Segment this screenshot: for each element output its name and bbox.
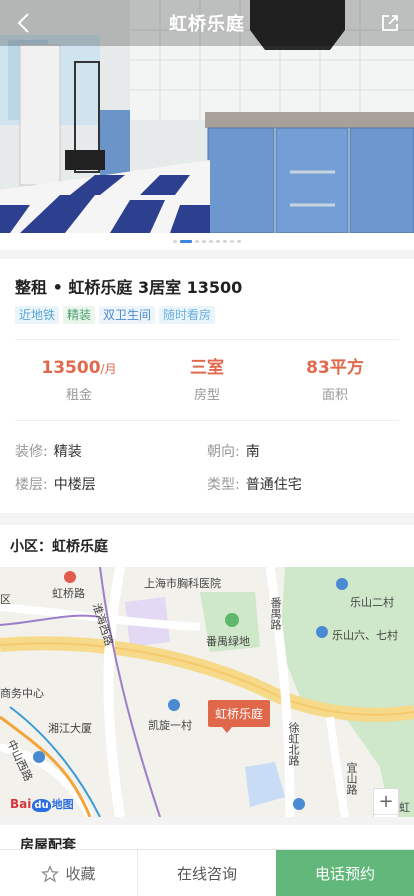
- stat-layout-label: 房型: [193, 388, 220, 403]
- map-label-leshan-2: 乐山二村: [350, 596, 394, 609]
- map-label-chest-hospital: 上海市胸科医院: [144, 577, 221, 590]
- pagination-dot-active[interactable]: [180, 240, 192, 243]
- back-arrow-icon: [17, 13, 29, 33]
- gallery-pagination: [0, 240, 414, 243]
- listing-info-card: 整租 • 虹桥乐庭 3居室 13500 近地铁 精装 双卫生间 随时看房 135…: [0, 259, 414, 513]
- key-stats: 13500/月 租金 三室 房型 83平方 面积: [15, 339, 399, 421]
- stat-rent-value: 13500/月: [15, 357, 143, 379]
- stat-layout: 三室 房型: [143, 340, 271, 420]
- map-label-leshan-67: 乐山六、七村: [332, 629, 398, 642]
- pagination-dot[interactable]: [209, 240, 213, 243]
- pagination-dot[interactable]: [202, 240, 206, 243]
- attr-key: 类型:: [207, 477, 240, 493]
- attr-orientation: 朝向: 南: [207, 443, 399, 461]
- attr-key: 楼层:: [15, 477, 48, 493]
- stat-layout-value: 三室: [190, 358, 224, 378]
- tag-fine-decoration: 精装: [63, 306, 96, 324]
- attr-value: 精装: [53, 444, 82, 460]
- map-label-xiangjiang: 湘江大厦: [48, 722, 92, 735]
- page: 虹桥乐庭 整租 • 虹桥乐庭 3居室 13500 近地铁 精装 双卫生间 随时看…: [0, 0, 414, 896]
- pagination-dot[interactable]: [216, 240, 220, 243]
- logo-text-bai: Bai: [10, 797, 32, 811]
- share-button[interactable]: [376, 9, 404, 37]
- attr-value: 南: [245, 444, 260, 460]
- map-label-fanyu-green: 番禺绿地: [206, 635, 250, 648]
- stat-rent-label: 租金: [65, 388, 92, 403]
- community-map[interactable]: 虹桥路 上海市胸科医院 番禺路 番禺绿地 乐山二村 乐山六、七村 淮海西路 湘江…: [0, 567, 414, 817]
- rent-amount: 13500: [41, 358, 101, 378]
- stat-rent: 13500/月 租金: [15, 340, 143, 420]
- navigation-bar: 虹桥乐庭: [0, 0, 414, 46]
- tag-viewing-anytime: 随时看房: [159, 306, 216, 324]
- pagination-dot[interactable]: [223, 240, 227, 243]
- map-label-kaixuan-1: 凯旋一村: [148, 719, 192, 732]
- bottom-action-bar: 收藏 在线咨询 电话预约: [0, 849, 414, 896]
- attr-type: 类型: 普通住宅: [207, 476, 399, 494]
- map-label-fanyu-road: 番禺路: [269, 597, 282, 630]
- pagination-dot[interactable]: [230, 240, 234, 243]
- attr-key: 装修:: [15, 444, 48, 460]
- map-label-hongqiao-road: 虹桥路: [52, 587, 85, 600]
- attr-key: 朝向:: [207, 444, 240, 460]
- pagination-dot[interactable]: [195, 240, 199, 243]
- favorite-button[interactable]: 收藏: [0, 850, 138, 896]
- map-label-business-center: 商务中心: [0, 687, 44, 700]
- map-label-yishan-road: 宜山路: [345, 762, 358, 795]
- photo-gallery[interactable]: 虹桥乐庭: [0, 0, 414, 250]
- map-label-district: 区: [0, 593, 11, 606]
- logo-text-ditu: 地图: [51, 798, 74, 811]
- logo-paw-du: du: [32, 799, 51, 812]
- community-title: 小区：虹桥乐庭: [10, 539, 108, 555]
- listing-title: 整租 • 虹桥乐庭 3居室 13500: [15, 278, 243, 297]
- map-label-xuhong-north: 徐虹北路: [287, 722, 300, 766]
- tag-near-subway: 近地铁: [15, 306, 60, 324]
- stat-area-value: 83平方: [306, 358, 364, 378]
- favorite-label: 收藏: [65, 865, 96, 883]
- baidu-map-logo: Bai du 地图: [10, 796, 74, 812]
- online-consult-button[interactable]: 在线咨询: [138, 850, 276, 896]
- back-button[interactable]: [8, 8, 38, 38]
- rent-unit: /月: [100, 362, 117, 376]
- stat-area: 83平方 面积: [271, 340, 399, 420]
- page-title: 虹桥乐庭: [169, 14, 245, 35]
- attribute-grid: 装修: 精装 朝向: 南 楼层: 中楼层 类型: 普通住宅: [15, 443, 399, 494]
- zoom-in-button[interactable]: +: [374, 789, 398, 815]
- attr-decoration: 装修: 精装: [15, 443, 207, 461]
- pagination-dot[interactable]: [173, 240, 177, 243]
- attr-value: 中楼层: [53, 477, 96, 493]
- share-icon: [382, 15, 398, 31]
- community-location-marker[interactable]: 虹桥乐庭: [208, 700, 271, 733]
- star-icon: [41, 864, 60, 882]
- phone-appointment-button[interactable]: 电话预约: [276, 850, 414, 896]
- tag-two-bathrooms: 双卫生间: [99, 306, 156, 324]
- tag-list: 近地铁 精装 双卫生间 随时看房: [15, 306, 399, 324]
- stat-area-label: 面积: [321, 388, 348, 403]
- pagination-dot[interactable]: [237, 240, 241, 243]
- attr-value: 普通住宅: [245, 477, 302, 493]
- map-zoom-control: + −: [373, 788, 399, 817]
- attr-floor: 楼层: 中楼层: [15, 476, 207, 494]
- community-section: 小区：虹桥乐庭 虹桥路 上海市胸科医院 番禺路 番禺绿地 乐山二村 乐山六、七村…: [0, 525, 414, 896]
